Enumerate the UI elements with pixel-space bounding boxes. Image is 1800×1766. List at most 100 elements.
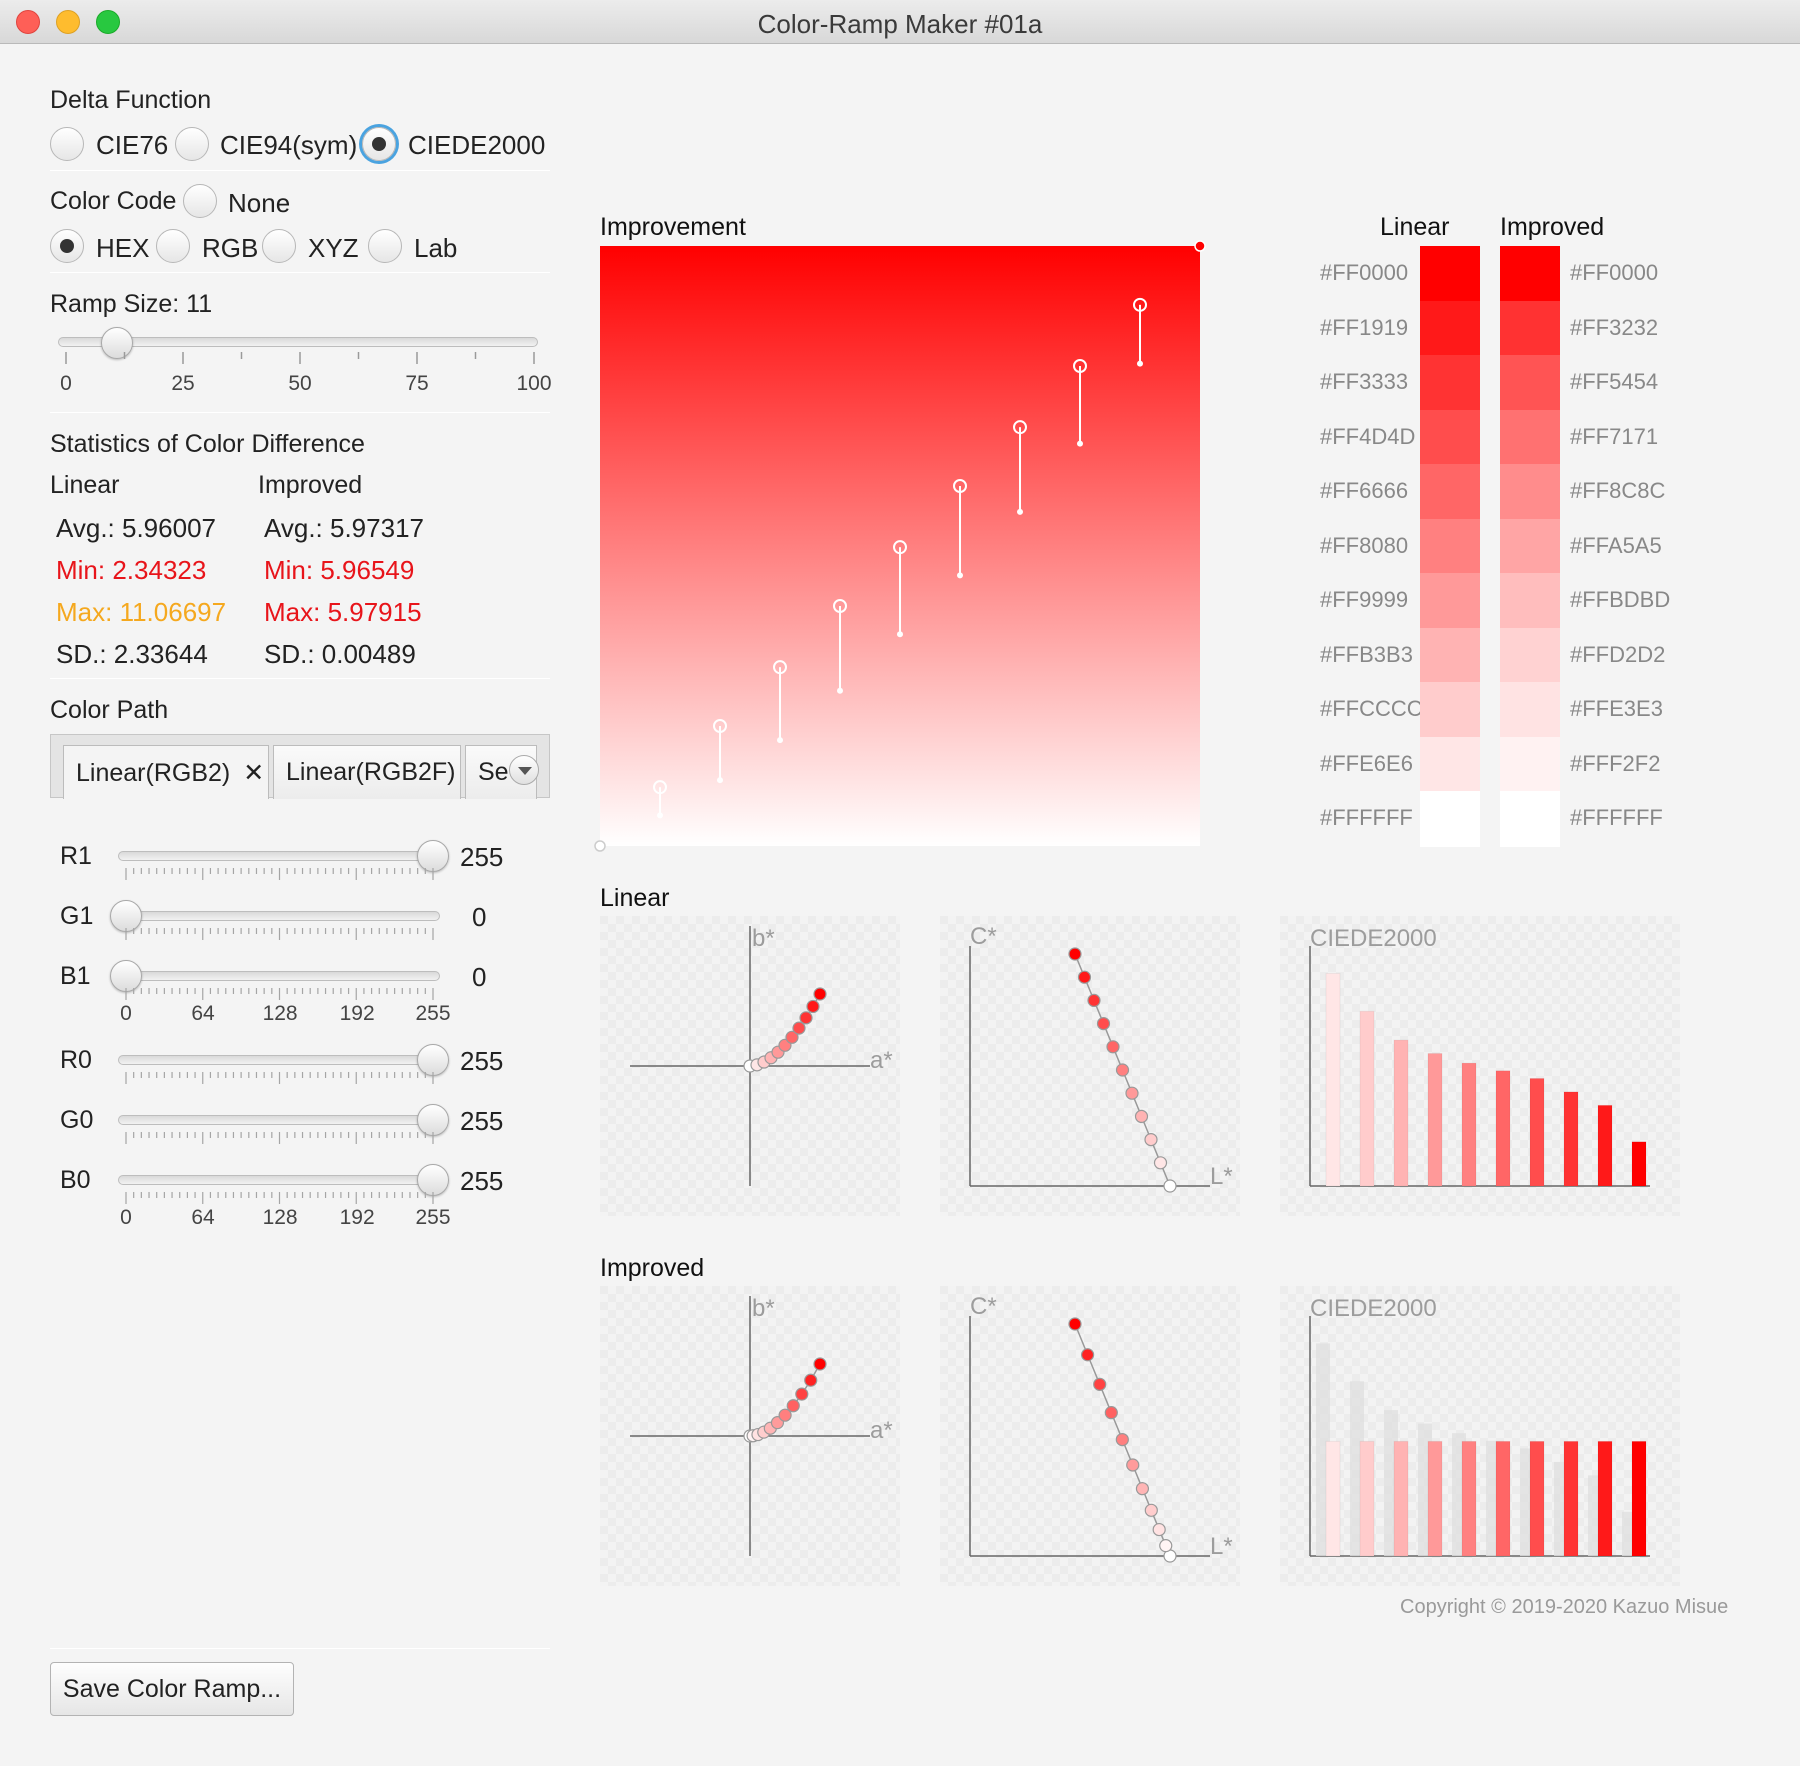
slider-track-r1[interactable]: [118, 851, 440, 861]
save-color-ramp-button[interactable]: Save Color Ramp...: [50, 1662, 294, 1716]
ramp-improved-hex-label: #FF8C8C: [1570, 478, 1666, 503]
improvement-target-point: [1017, 508, 1023, 515]
ramp-size-tick-label: 25: [171, 372, 195, 395]
slider-label-b0: B0: [60, 1166, 91, 1194]
radio-lab[interactable]: [368, 229, 402, 263]
ramp-linear-swatch: [1420, 409, 1480, 465]
color-path-tabbar: Linear(RGB2) ✕ Linear(RGB2F) Se: [50, 734, 550, 799]
ciede-bar: [1427, 1440, 1443, 1557]
improvement-target-point: [957, 572, 963, 579]
radio-cie94[interactable]: [175, 127, 209, 161]
tab-linear-rgb2[interactable]: Linear(RGB2) ✕: [63, 745, 269, 799]
ab-point: [786, 1399, 800, 1413]
ciede-bar: [1495, 1070, 1511, 1187]
ciede-bar: [1631, 1440, 1647, 1557]
ramp-improved-swatch: [1500, 573, 1560, 629]
ab-point: [806, 999, 820, 1014]
a-star-axis-label: a*: [870, 1047, 893, 1074]
ramp-improved-header: Improved: [1500, 213, 1605, 241]
radio-cie76-label: CIE76: [96, 130, 169, 160]
slider-ticks: [125, 1072, 434, 1084]
slider-label-r1: R1: [60, 842, 92, 870]
radio-xyz-label: XYZ: [308, 233, 359, 263]
ramp-linear-hex-label: #FFE6E6: [1320, 750, 1413, 776]
ramp-linear-swatch: [1420, 518, 1480, 574]
radio-cie94-label: CIE94(sym): [220, 130, 358, 160]
stats-linear-min: Min: 2.34323: [56, 555, 207, 585]
slider-track-r0[interactable]: [118, 1055, 440, 1065]
lc-point: [1152, 1522, 1166, 1537]
lc-point: [1115, 1063, 1130, 1077]
slider-label-b1: B1: [60, 962, 91, 990]
improvement-start-point: [594, 840, 606, 852]
lc-point: [1159, 1539, 1173, 1553]
stats-improved-header: Improved: [258, 471, 363, 499]
c-star-axis-label: C*: [970, 1293, 997, 1320]
improvement-target-point: [837, 687, 843, 694]
radio-ciede2000[interactable]: [362, 127, 396, 161]
radio-none-label: None: [228, 188, 291, 218]
color-code-label: Color Code: [50, 187, 177, 215]
slider-track-b1[interactable]: [118, 971, 440, 981]
ciede-bar: [1325, 972, 1341, 1187]
stats-linear-sd: SD.: 2.33644: [56, 639, 208, 669]
ciede-bar: [1597, 1440, 1613, 1557]
separator: [50, 678, 550, 679]
radio-rgb[interactable]: [156, 229, 190, 263]
ramp-linear-hex-label: #FF6666: [1320, 478, 1409, 503]
slider-track-g1[interactable]: [118, 911, 440, 921]
tab-linear-rgb2f[interactable]: Linear(RGB2F): [273, 745, 461, 799]
ciede-bar: [1563, 1440, 1579, 1557]
lc-point: [1087, 993, 1101, 1008]
stats-linear-header: Linear: [50, 471, 120, 499]
ciede-bar: [1359, 1010, 1375, 1187]
ramp-linear-swatch: [1420, 627, 1480, 683]
plot-background: [940, 916, 1240, 1216]
ramp-improved-hex-label: #FFA5A5: [1570, 532, 1662, 558]
ciede-bar: [1529, 1077, 1545, 1187]
ciede-bar: [1359, 1440, 1375, 1557]
tab-overflow-menu-icon[interactable]: [509, 755, 539, 785]
radio-xyz[interactable]: [262, 229, 296, 263]
ciede-bar: [1461, 1440, 1477, 1557]
b-star-axis-label: b*: [752, 1295, 775, 1322]
a-star-axis-label: a*: [870, 1417, 893, 1444]
radio-hex-label: HEX: [96, 233, 150, 263]
ramp-linear-swatch: [1420, 355, 1480, 411]
slider-value-r1: 255: [460, 842, 504, 872]
ciede-bar: [1597, 1104, 1613, 1187]
stats-improved-avg: Avg.: 5.97317: [264, 513, 424, 543]
ramp-linear-hex-label: #FF0000: [1320, 260, 1409, 285]
ramp-linear-hex-label: #FF4D4D: [1320, 423, 1416, 449]
lc-point: [1115, 1432, 1129, 1447]
slider-label-g0: G0: [60, 1106, 94, 1134]
ramp-improved-hex-label: #FFFFFF: [1570, 805, 1663, 830]
ramp-improved-hex-label: #FF7171: [1570, 423, 1659, 449]
stats-linear-avg: Avg.: 5.96007: [56, 513, 216, 543]
slider-track-b0[interactable]: [118, 1175, 440, 1185]
ramp-improved-swatch: [1500, 246, 1560, 302]
ramp-linear-hex-label: #FFCCCC: [1320, 696, 1423, 721]
stats-linear-max: Max: 11.06697: [56, 597, 227, 627]
lc-point: [1134, 1109, 1149, 1123]
lc-point: [1144, 1133, 1158, 1147]
slider-value-b1: 0: [472, 962, 487, 992]
ciede-bar: [1631, 1141, 1647, 1187]
separator: [50, 412, 550, 413]
lc-point: [1125, 1086, 1139, 1100]
title-bar: Color-Ramp Maker #01a: [0, 0, 1800, 44]
slider-ticks: [125, 1132, 434, 1144]
tab-close-icon[interactable]: ✕: [243, 759, 264, 787]
slider-track-g0[interactable]: [118, 1115, 440, 1125]
ramp-linear-swatch: [1420, 300, 1480, 356]
radio-cie76[interactable]: [50, 127, 84, 161]
radio-hex[interactable]: [50, 229, 84, 263]
ab-point: [804, 1373, 818, 1387]
ramp-improved-hex-label: #FF3232: [1570, 314, 1659, 340]
linear-section-title: Linear: [600, 884, 670, 912]
ramp-linear-swatch: [1420, 682, 1480, 738]
slider-tick-label: 128: [262, 1206, 298, 1229]
improved-section-title: Improved: [600, 1254, 705, 1282]
tab-label: Linear(RGB2F): [286, 758, 456, 786]
radio-none[interactable]: [183, 184, 217, 218]
